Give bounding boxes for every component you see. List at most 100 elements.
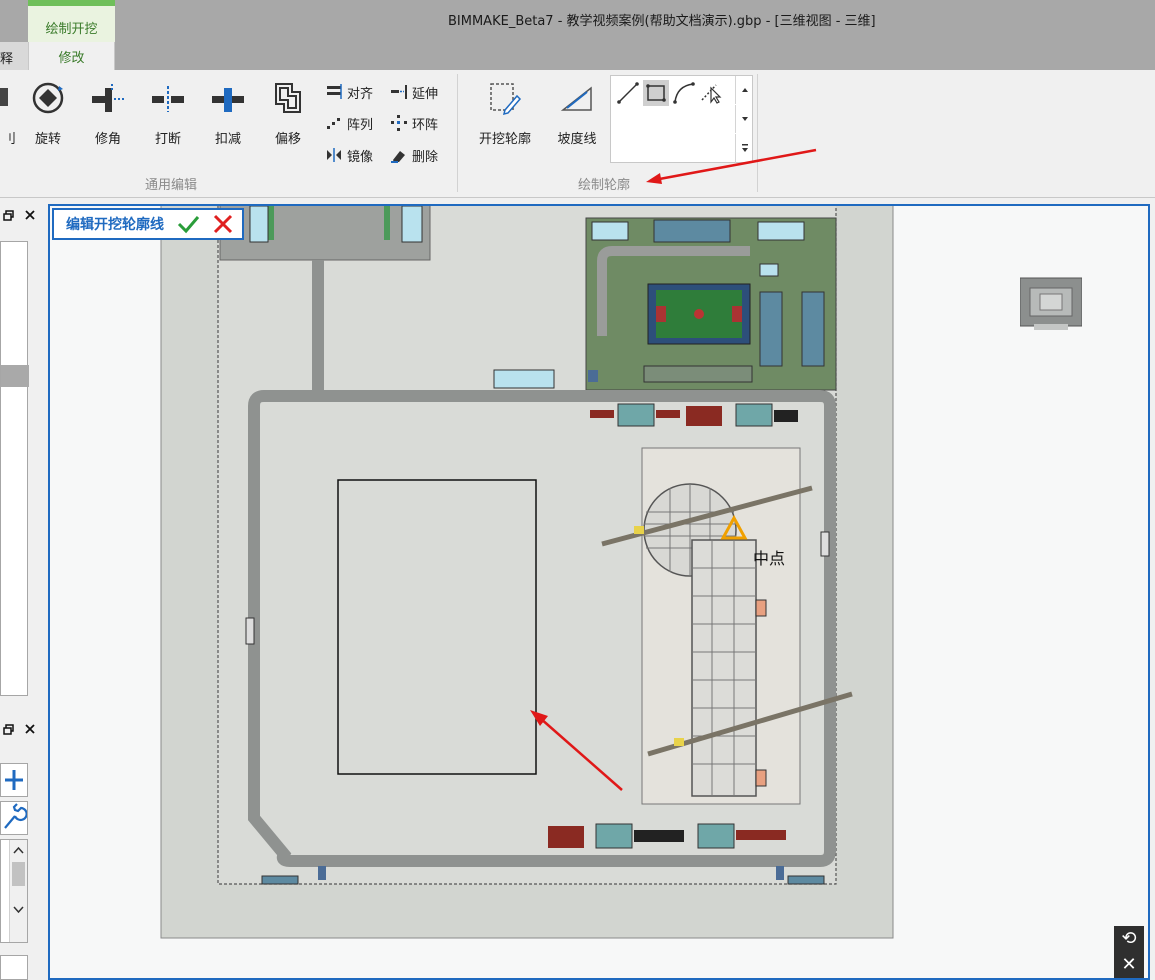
tab-modify[interactable]: 修改 <box>28 42 115 70</box>
annotation-arrow <box>646 148 817 184</box>
rectangle-tool-icon <box>646 84 666 102</box>
window-block <box>757 221 805 241</box>
ribbon: 刂 旋转 修角 打断 扣减 偏移 对齐 延伸 阵列 环阵 镜像 删除 通用编辑 … <box>0 70 1155 198</box>
court-key <box>732 306 742 322</box>
gallery-scroll-up[interactable] <box>735 76 753 104</box>
offset-button[interactable]: 偏移 <box>262 78 314 150</box>
selected-tree-row[interactable] <box>1 365 29 387</box>
subtract-button[interactable]: 扣减 <box>202 78 254 150</box>
property-list <box>0 839 28 943</box>
subtract-label: 扣减 <box>214 132 241 147</box>
rotate-icon <box>32 82 64 114</box>
delete-button[interactable]: 删除 <box>390 143 438 167</box>
edit-group-label: 通用编辑 <box>145 178 198 193</box>
property-footer <box>0 955 28 980</box>
radial-array-label: 环阵 <box>412 117 439 133</box>
window-title: BIMMAKE_Beta7 - 教学视频案例(帮助文档演示).gbp - [三维… <box>448 14 876 29</box>
project-browser-body <box>0 241 29 696</box>
3d-viewport[interactable]: 编辑开挖轮廓线 中点 ⟲ ✕ <box>48 204 1150 980</box>
chevron-up-icon <box>741 88 748 92</box>
wrench-icon <box>4 803 28 829</box>
cancel-x-icon[interactable] <box>212 213 234 235</box>
access-road <box>312 260 324 392</box>
extend-icon <box>391 85 407 99</box>
slope-line-icon <box>560 86 592 111</box>
trim-button[interactable]: 修角 <box>82 78 134 150</box>
excavation-outline-button[interactable]: 开挖轮廓 <box>474 78 536 150</box>
move-button-partial[interactable]: 刂 <box>0 78 18 150</box>
viewport-nav-controls: ⟲ ✕ <box>1114 926 1144 978</box>
crane-counterweight <box>634 526 644 534</box>
move-icon <box>0 88 8 106</box>
close-icon[interactable] <box>24 209 36 221</box>
court-key <box>656 306 666 322</box>
field-stand <box>801 291 825 367</box>
rectangle-tool[interactable] <box>643 80 669 106</box>
application-window: BIMMAKE_Beta7 - 教学视频案例(帮助文档演示).gbp - [三维… <box>0 0 1155 980</box>
mirror-button[interactable]: 镜像 <box>325 143 373 167</box>
close-nav-icon[interactable]: ✕ <box>1114 952 1144 978</box>
reset-view-icon[interactable]: ⟲ <box>1114 926 1144 952</box>
rotate-label: 旋转 <box>34 132 61 147</box>
line-tool[interactable] <box>615 80 641 106</box>
crane-counterweight <box>674 738 684 746</box>
split-icon <box>152 86 184 112</box>
array-icon <box>327 118 340 129</box>
view-cube-icon[interactable] <box>1020 276 1082 332</box>
restore-icon[interactable] <box>2 209 16 223</box>
chevron-down-icon <box>741 117 748 121</box>
context-tab-group-label: 绘制开挖 <box>28 0 115 42</box>
mirror-icon <box>327 148 341 162</box>
line-tool-icon <box>617 82 639 104</box>
restore-icon[interactable] <box>2 723 16 737</box>
container <box>697 823 735 849</box>
confirm-check-icon[interactable] <box>176 213 200 235</box>
long-structure <box>691 539 757 797</box>
rotate-button[interactable]: 旋转 <box>22 78 74 150</box>
align-button[interactable]: 对齐 <box>325 80 373 104</box>
pick-tool[interactable] <box>699 80 725 106</box>
material-pile <box>656 410 680 418</box>
gate-post <box>776 866 784 880</box>
radial-array-button[interactable]: 环阵 <box>390 111 438 135</box>
excavation-outline-label: 开挖轮廓 <box>478 132 531 147</box>
add-property-button[interactable] <box>0 763 28 797</box>
window-block <box>759 263 779 277</box>
split-button[interactable]: 打断 <box>142 78 194 150</box>
arc-tool[interactable] <box>671 80 697 106</box>
container <box>617 403 655 427</box>
site-equipment <box>755 769 767 787</box>
close-icon[interactable] <box>24 723 36 735</box>
window-block <box>249 206 269 243</box>
field-bench <box>653 219 731 243</box>
move-button-label: 刂 <box>2 132 16 147</box>
slope-line-button[interactable]: 坡度线 <box>551 78 603 150</box>
delete-label: 删除 <box>412 149 439 165</box>
plus-icon <box>5 770 23 790</box>
vehicle <box>787 875 825 885</box>
site-plan-model <box>160 206 894 939</box>
field-stand <box>759 291 783 367</box>
extend-button[interactable]: 延伸 <box>390 80 438 104</box>
left-dock-panel <box>0 199 48 980</box>
split-label: 打断 <box>154 132 181 147</box>
site-equipment <box>755 599 767 617</box>
pick-tool-icon <box>701 84 722 104</box>
offset-label: 偏移 <box>274 132 301 147</box>
material-pile <box>686 406 722 426</box>
material-pile <box>590 410 614 418</box>
tab-annotate-partial[interactable]: 释 <box>0 42 28 70</box>
gallery-scroll-down[interactable] <box>735 105 753 133</box>
array-button[interactable]: 阵列 <box>325 111 373 135</box>
radial-array-icon <box>391 115 407 131</box>
window-block <box>493 369 555 389</box>
slope-line-label: 坡度线 <box>557 132 597 147</box>
property-scrollbar[interactable] <box>9 840 27 942</box>
excavation-outline-icon <box>490 83 522 116</box>
gate-post <box>318 866 326 880</box>
scroll-thumb[interactable] <box>12 862 25 886</box>
edit-mode-title: 编辑开挖轮廓线 <box>66 217 164 233</box>
container <box>595 823 633 849</box>
group-separator <box>457 74 458 192</box>
edit-type-button[interactable] <box>0 801 28 835</box>
